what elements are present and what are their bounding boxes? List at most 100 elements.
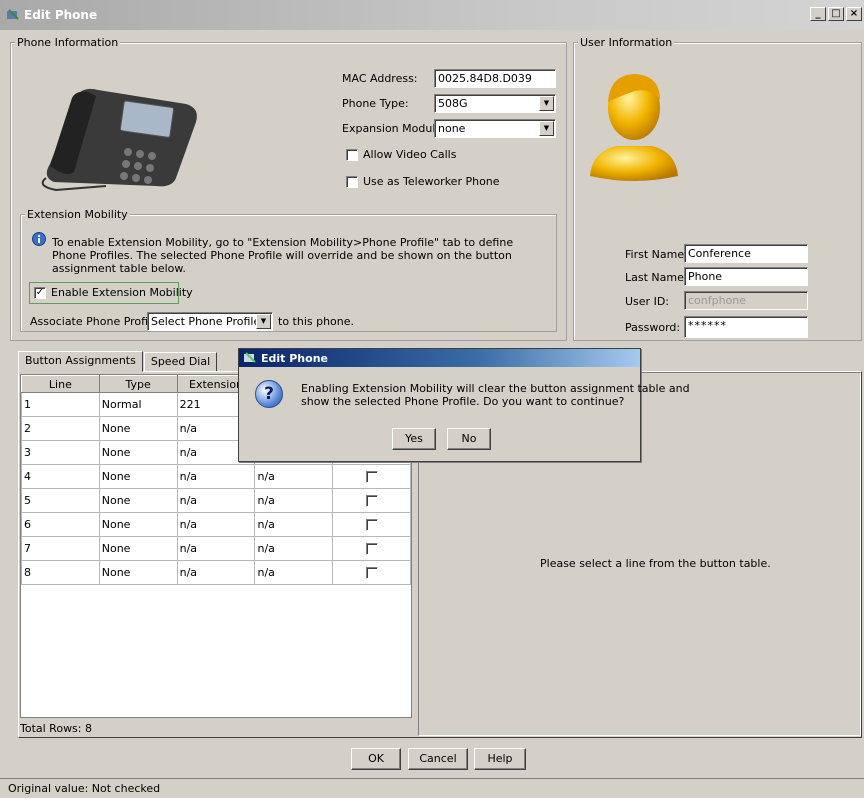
enable-extension-mobility-option[interactable]: ✓ Enable Extension Mobility xyxy=(29,282,193,304)
teleworker-phone-checkbox[interactable] xyxy=(346,175,358,188)
total-rows-label: Total Rows: 8 xyxy=(20,722,92,735)
window-title: Edit Phone xyxy=(24,8,98,22)
extension-mobility-info-line-2: Phone Profiles. The selected Phone Profi… xyxy=(52,249,512,262)
tab-bar: Button Assignments Speed Dial xyxy=(18,351,218,372)
table-row[interactable]: 6 None n/a n/a xyxy=(21,512,411,537)
maximize-button[interactable]: □ xyxy=(828,7,844,21)
user-id-label: User ID: xyxy=(625,295,669,308)
dialog-titlebar: Edit Phone xyxy=(239,349,640,367)
associate-phone-profile-label: Associate Phone Profile xyxy=(30,315,158,328)
column-header-line[interactable]: Line xyxy=(21,375,100,393)
question-icon: ? xyxy=(255,380,283,408)
row-checkbox[interactable] xyxy=(365,567,378,579)
tab-speed-dial[interactable]: Speed Dial xyxy=(143,352,218,372)
expansion-module-value: none xyxy=(438,122,466,135)
ip-phone-image xyxy=(41,88,197,192)
cell-line: 7 xyxy=(21,536,100,561)
allow-video-calls-checkbox[interactable] xyxy=(346,148,358,161)
cell-type: None xyxy=(98,512,178,537)
ok-button[interactable]: OK xyxy=(351,748,401,770)
extension-mobility-info-line-1: To enable Extension Mobility, go to "Ext… xyxy=(52,236,514,249)
mac-address-field[interactable]: 0025.84D8.D039 xyxy=(434,69,556,88)
extension-mobility-info-line-3: assignment table below. xyxy=(52,262,186,275)
enable-extension-mobility-checkbox[interactable]: ✓ xyxy=(34,286,46,299)
cell-type: None xyxy=(98,560,178,585)
cell-line: 2 xyxy=(21,416,100,441)
cell-extension: n/a xyxy=(176,488,256,513)
cell-type: None xyxy=(98,464,178,489)
cell-type: None xyxy=(98,416,178,441)
cell-line: 1 xyxy=(21,392,100,417)
password-label: Password: xyxy=(625,321,681,334)
minimize-button[interactable]: _ xyxy=(810,7,826,21)
row-checkbox[interactable] xyxy=(365,519,378,531)
confirm-dialog: Edit Phone ? Enabling Extension Mobility… xyxy=(238,348,690,462)
chevron-down-icon[interactable]: ▼ xyxy=(539,96,554,111)
cell-line: 5 xyxy=(21,488,100,513)
teleworker-phone-label: Use as Teleworker Phone xyxy=(363,175,500,188)
user-avatar-icon xyxy=(590,74,678,181)
app-icon xyxy=(7,9,19,20)
first-name-label: First Name: xyxy=(625,248,688,261)
row-checkbox[interactable] xyxy=(365,495,378,507)
cell-extension: n/a xyxy=(176,464,256,489)
allow-video-calls-label: Allow Video Calls xyxy=(363,148,457,161)
allow-video-calls-option[interactable]: Allow Video Calls xyxy=(346,148,456,161)
to-this-phone-label: to this phone. xyxy=(278,315,355,328)
enable-extension-mobility-label: Enable Extension Mobility xyxy=(51,286,193,299)
expansion-module-select[interactable]: none ▼ xyxy=(434,119,556,138)
cell-line: 3 xyxy=(21,440,100,465)
cell-type: None xyxy=(98,536,178,561)
row-checkbox[interactable] xyxy=(365,543,378,555)
dialog-message-line-2: show the selected Phone Profile. Do you … xyxy=(301,395,625,408)
cell-type: None xyxy=(98,488,178,513)
cell-col4: n/a xyxy=(254,536,334,561)
phone-profile-select[interactable]: Select Phone Profile ▼ xyxy=(147,312,273,331)
table-row[interactable]: 7 None n/a n/a xyxy=(21,536,411,561)
last-name-field[interactable]: Phone xyxy=(684,267,808,286)
cancel-button[interactable]: Cancel xyxy=(408,748,468,770)
table-row[interactable]: 5 None n/a n/a xyxy=(21,488,411,513)
teleworker-phone-option[interactable]: Use as Teleworker Phone xyxy=(346,175,500,188)
dialog-title: Edit Phone xyxy=(261,351,328,365)
tab-button-assignments[interactable]: Button Assignments xyxy=(18,351,143,372)
window-titlebar: Edit Phone _ □ × xyxy=(0,0,864,30)
cell-type: Normal xyxy=(98,392,178,417)
help-button[interactable]: Help xyxy=(474,748,526,770)
cell-line: 8 xyxy=(21,560,100,585)
cell-line: 6 xyxy=(21,512,100,537)
app-icon xyxy=(244,352,256,363)
cell-type: None xyxy=(98,440,178,465)
dialog-message-line-1: Enabling Extension Mobility will clear t… xyxy=(301,382,690,395)
chevron-down-icon[interactable]: ▼ xyxy=(256,314,271,329)
status-bar: Original value: Not checked xyxy=(0,778,864,798)
cell-extension: n/a xyxy=(176,560,256,585)
cell-col4: n/a xyxy=(254,464,334,489)
status-text: Original value: Not checked xyxy=(8,782,161,795)
phone-type-value: 508G xyxy=(438,97,468,110)
extension-mobility-legend: Extension Mobility xyxy=(25,208,130,221)
cell-line: 4 xyxy=(21,464,100,489)
last-name-label: Last Name: xyxy=(625,271,688,284)
user-id-field: confphone xyxy=(684,291,808,310)
password-field[interactable]: ****** xyxy=(684,316,808,338)
select-line-message: Please select a line from the button tab… xyxy=(540,557,771,570)
cell-col4: n/a xyxy=(254,488,334,513)
mac-address-label: MAC Address: xyxy=(342,72,418,85)
dialog-no-button[interactable]: No xyxy=(447,428,491,450)
cell-col4: n/a xyxy=(254,560,334,585)
phone-profile-value: Select Phone Profile xyxy=(151,315,261,328)
column-header-type[interactable]: Type xyxy=(98,375,178,393)
phone-type-select[interactable]: 508G ▼ xyxy=(434,94,556,113)
cell-extension: n/a xyxy=(176,536,256,561)
table-row[interactable]: 4 None n/a n/a xyxy=(21,464,411,489)
table-row[interactable]: 8 None n/a n/a xyxy=(21,560,411,585)
phone-information-legend: Phone Information xyxy=(15,36,121,49)
row-checkbox[interactable] xyxy=(365,471,378,483)
dialog-yes-button[interactable]: Yes xyxy=(392,428,436,450)
cell-extension: n/a xyxy=(176,512,256,537)
chevron-down-icon[interactable]: ▼ xyxy=(539,121,554,136)
cell-col4: n/a xyxy=(254,512,334,537)
close-button[interactable]: × xyxy=(846,7,862,21)
first-name-field[interactable]: Conference xyxy=(684,244,808,263)
